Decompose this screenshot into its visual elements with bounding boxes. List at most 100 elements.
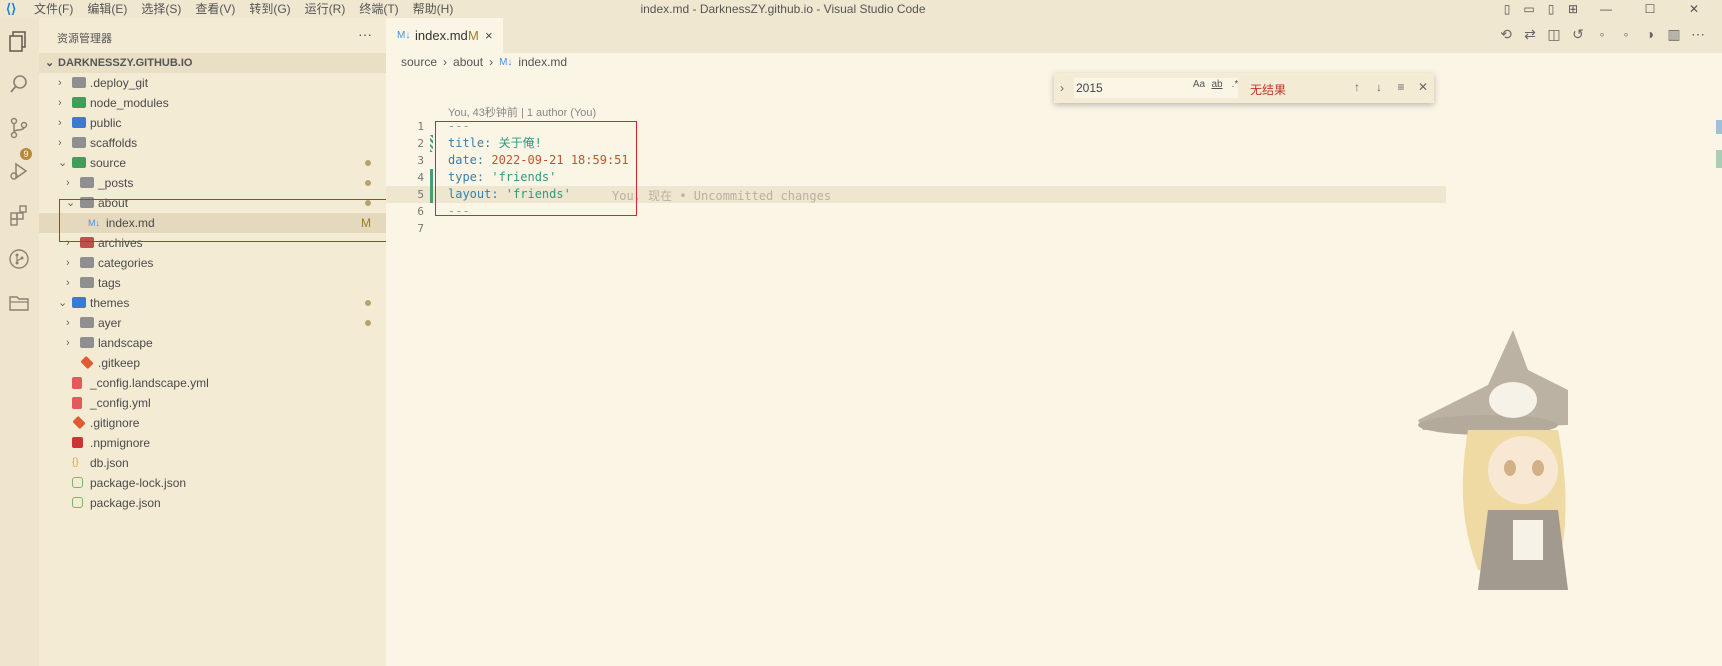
modified-dot [365,180,371,186]
tree-item-label: source [90,156,127,170]
chevron-right-icon: › [66,337,70,349]
tree-item-label: tags [98,276,121,290]
find-nav: ↑ ↓ ≡ ✕ [1346,80,1434,94]
tree-item[interactable]: › node_modules [39,93,386,113]
tree-item[interactable]: › _posts [39,173,386,193]
match-whole-word-icon[interactable]: ab [1208,79,1226,90]
tree-item[interactable]: › categories [39,253,386,273]
close-window-icon[interactable]: ✕ [1672,2,1716,16]
folder-icon [80,317,94,328]
line-number: 3 [417,154,424,167]
tree-item[interactable]: .gitignore [39,413,386,433]
chevron-right-icon: › [58,97,62,109]
line-number: 2 [417,137,424,150]
use-regex-icon[interactable]: .* [1226,79,1244,90]
open-preview-icon[interactable]: ◫ [1542,26,1566,43]
chevron-right-icon: › [58,77,62,89]
tree-item[interactable]: _config.landscape.yml [39,373,386,393]
tree-item[interactable]: package.json [39,493,386,513]
tree-item[interactable]: › public [39,113,386,133]
tree-item[interactable]: › scaffolds [39,133,386,153]
explorer-header: 资源管理器 [57,33,112,45]
line-number: 4 [417,171,424,184]
folder-icon [72,77,86,88]
title-bar: ⟨⟩ 文件(F) 编辑(E) 选择(S) 查看(V) 转到(G) 运行(R) 终… [0,0,1722,18]
breadcrumb-about[interactable]: about [453,55,483,69]
close-tab-icon[interactable]: × [485,18,493,53]
next-match-icon[interactable]: ↓ [1368,80,1390,94]
yaml-file-icon [72,377,82,389]
window-controls: ▯ ▭ ▯ ⊞ — ☐ ✕ [1496,0,1716,18]
tree-item[interactable]: › landscape [39,333,386,353]
minimap-change-marker [1716,150,1722,168]
close-find-icon[interactable]: ✕ [1412,80,1434,94]
tree-item-label: _posts [98,176,134,190]
find-widget: › 2015 Aa ab .* 无结果 ↑ ↓ ≡ ✕ [1054,73,1434,103]
previous-change-icon[interactable]: ◦ [1590,26,1614,43]
minimize-icon[interactable]: — [1584,2,1628,16]
go-back-icon[interactable]: ↺ [1566,26,1590,43]
search-icon[interactable] [6,73,32,99]
run-debug-icon[interactable] [6,160,32,186]
line-number: 6 [417,205,424,218]
match-case-icon[interactable]: Aa [1190,79,1208,90]
chevron-right-icon: › [66,257,70,269]
modified-dot [365,320,371,326]
yaml-file-icon [72,397,82,409]
tree-item[interactable]: package-lock.json [39,473,386,493]
previous-match-icon[interactable]: ↑ [1346,80,1368,94]
tab-index-md[interactable]: M↓ index.md M × [386,18,503,53]
tree-item[interactable]: .npmignore [39,433,386,453]
tree-item-label: .npmignore [90,436,151,450]
annotation-box-sidebar [59,199,390,242]
tree-item[interactable]: {} db.json [39,453,386,473]
markdown-icon: M↓ [499,56,513,68]
explorer-icon[interactable] [6,30,32,56]
folder-icon [80,337,94,348]
workspace-root-label: DARKNESSZY.GITHUB.IO [58,57,193,69]
find-in-selection-icon[interactable]: ≡ [1390,80,1412,94]
toggle-blame-icon[interactable]: ◑ [1638,26,1662,43]
toggle-secondary-sidebar-icon[interactable]: ▯ [1540,2,1562,16]
tree-item[interactable]: › tags [39,273,386,293]
more-actions-icon[interactable]: ··· [358,26,372,42]
timeline-icon[interactable]: ⟲ [1494,26,1518,43]
scm-count-badge: 9 [20,148,32,160]
toggle-sidebar-icon[interactable]: ▯ [1496,2,1518,16]
tree-item[interactable]: .gitkeep [39,353,386,373]
customize-layout-icon[interactable]: ⊞ [1562,2,1584,16]
tree-item-label: package-lock.json [90,476,187,490]
workspace-root[interactable]: ⌄ DARKNESSZY.GITHUB.IO [39,53,386,73]
line-number: 1 [417,120,424,133]
tree-item[interactable]: ⌄ themes [39,293,386,313]
git-graph-icon[interactable] [6,248,32,274]
tree-item-label: landscape [98,336,153,350]
chevron-down-icon: ⌄ [58,297,68,309]
find-options: Aa ab .* [1190,79,1244,90]
folder-icon [72,157,86,168]
npm-file-icon [72,437,83,448]
tree-item[interactable]: ⌄ source [39,153,386,173]
toggle-replace-icon[interactable]: › [1060,81,1064,95]
minimap-find-marker [1716,120,1722,134]
chevron-right-icon: › [66,277,70,289]
split-editor-icon[interactable]: ▥ [1662,26,1686,43]
tree-item-label: .deploy_git [90,76,149,90]
toggle-panel-icon[interactable]: ▭ [1518,2,1540,16]
next-change-icon[interactable]: ◦ [1614,26,1638,43]
tree-item[interactable]: _config.yml [39,393,386,413]
tree-item[interactable]: › .deploy_git [39,73,386,93]
maximize-icon[interactable]: ☐ [1628,2,1672,16]
breadcrumb-source[interactable]: source [401,55,437,69]
nodejs-file-icon [72,497,83,508]
extensions-icon[interactable] [6,204,32,230]
tree-item[interactable]: › ayer [39,313,386,333]
inline-blame: You, 现在 • Uncommitted changes [612,189,832,203]
project-manager-icon[interactable] [6,292,32,318]
breadcrumb-index-md[interactable]: index.md [518,55,567,69]
line-number: 7 [417,222,424,235]
more-editor-actions-icon[interactable]: ⋯ [1686,26,1710,43]
git-modified-marker [430,135,433,152]
open-changes-icon[interactable]: ⇄ [1518,26,1542,43]
source-control-icon[interactable] [6,116,32,142]
